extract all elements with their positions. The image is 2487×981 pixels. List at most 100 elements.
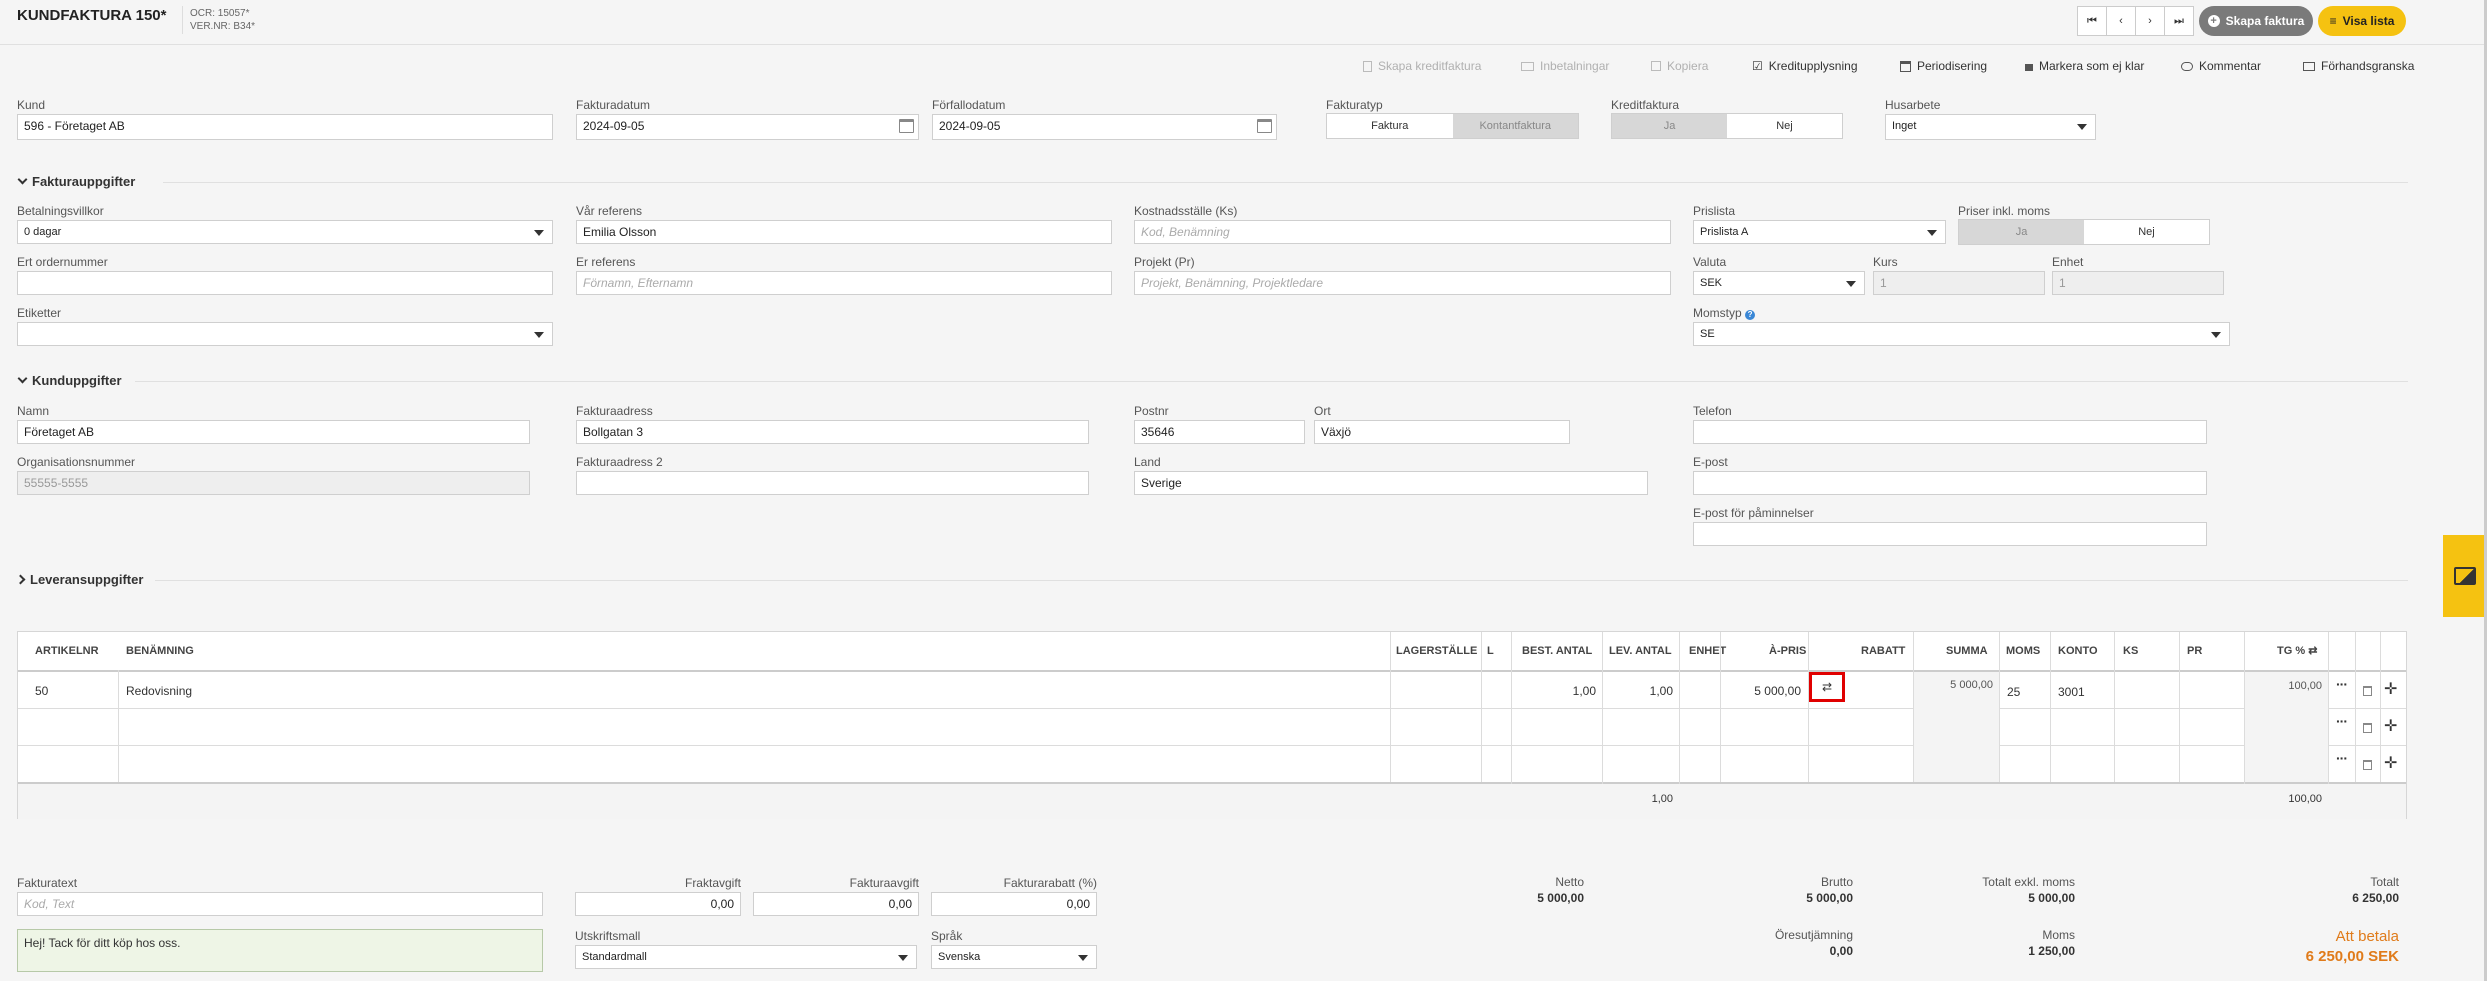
trash-icon[interactable] [2363, 760, 2372, 770]
postnr-input[interactable]: 35646 [1134, 420, 1305, 444]
row1-benamning[interactable]: Redovisning [126, 684, 192, 698]
move-icon[interactable]: ✛ [2384, 716, 2397, 736]
create-credit-invoice-button[interactable]: Skapa kreditfaktura [1363, 58, 1481, 74]
more-icon[interactable]: ··· [2336, 713, 2348, 729]
move-icon[interactable]: ✛ [2384, 679, 2397, 699]
fakturadatum-input[interactable]: 2024-09-05 [576, 114, 919, 140]
fakturaavgift-input[interactable]: 0,00 [753, 892, 919, 916]
last-page-button[interactable]: ⏭ [2164, 6, 2194, 36]
ort-input[interactable]: Växjö [1314, 420, 1570, 444]
more-icon[interactable]: ··· [2336, 750, 2348, 766]
fakturatext-note[interactable]: Hej! Tack för ditt köp hos oss. [17, 929, 543, 972]
fakturarabatt-input[interactable]: 0,00 [931, 892, 1097, 916]
fakturatyp-faktura[interactable]: Faktura [1327, 114, 1453, 138]
move-icon[interactable]: ✛ [2384, 753, 2397, 773]
image-side-tab[interactable] [2443, 535, 2487, 617]
trash-icon[interactable] [2363, 686, 2372, 696]
fakturaadress2-input[interactable] [576, 471, 1089, 495]
calendar-icon[interactable] [899, 119, 914, 133]
trash-icon[interactable] [2363, 723, 2372, 733]
projekt-input[interactable]: Projekt, Benämning, Projektledare [1134, 271, 1671, 295]
priser-inkl-nej[interactable]: Nej [2084, 220, 2209, 244]
fraktavgift-input[interactable]: 0,00 [575, 892, 741, 916]
create-invoice-button[interactable]: + Skapa faktura [2199, 6, 2313, 36]
kreditfaktura-ja[interactable]: Ja [1612, 114, 1727, 138]
epost-label: E-post [1693, 455, 1728, 469]
namn-input[interactable]: Företaget AB [17, 420, 530, 444]
refresh-icon: ⇄ [1821, 680, 1833, 694]
row1-lev-antal[interactable]: 1,00 [1603, 684, 1673, 698]
kreditfaktura-toggle[interactable]: Ja Nej [1611, 113, 1843, 139]
payments-button[interactable]: Inbetalningar [1521, 58, 1609, 74]
priser-inkl-ja[interactable]: Ja [1959, 220, 2084, 244]
fakturatyp-toggle[interactable]: Faktura Kontantfaktura [1326, 113, 1579, 139]
epost-input[interactable] [1693, 471, 2207, 495]
ert-ordernummer-input[interactable] [17, 271, 553, 295]
prev-page-button[interactable]: ‹ [2106, 6, 2136, 36]
kund-label: Kund [17, 98, 46, 112]
more-icon[interactable]: ··· [2336, 676, 2348, 692]
priser-inkl-toggle[interactable]: Ja Nej [1958, 219, 2210, 245]
fakturauppgifter-header[interactable]: Fakturauppgifter [17, 174, 135, 189]
valuta-label: Valuta [1693, 255, 1727, 269]
totalt-exkl-value: 5 000,00 [2028, 891, 2075, 905]
comment-button[interactable]: Kommentar [2181, 58, 2261, 74]
er-referens-input[interactable]: Förnamn, Efternamn [576, 271, 1112, 295]
table-header-row [18, 632, 2406, 670]
fakturaadress-input[interactable]: Bollgatan 3 [576, 420, 1089, 444]
org-input[interactable]: 55555-5555 [17, 471, 530, 495]
husarbete-select[interactable]: Inget [1885, 114, 2096, 140]
calendar-icon[interactable] [1257, 119, 1272, 133]
refresh-icon[interactable]: ⇄ [2308, 645, 2317, 657]
kreditfaktura-nej[interactable]: Nej [1727, 114, 1842, 138]
kunduppgifter-header[interactable]: Kunduppgifter [17, 373, 122, 388]
preview-button[interactable]: Förhandsgranska [2303, 58, 2414, 74]
table-footer-bg [18, 784, 2406, 819]
table-row[interactable] [18, 672, 2406, 708]
next-page-button[interactable]: › [2135, 6, 2165, 36]
utskriftsmall-select[interactable]: Standardmall [575, 945, 917, 969]
first-page-button[interactable]: ⏮ [2077, 6, 2107, 36]
row1-konto[interactable]: 3001 [2058, 685, 2085, 699]
land-input[interactable]: Sverige [1134, 471, 1648, 495]
money-icon [1521, 61, 1534, 71]
var-referens-input[interactable]: Emilia Olsson [576, 220, 1112, 244]
etiketter-label: Etiketter [17, 306, 62, 320]
postnr-label: Postnr [1134, 404, 1169, 418]
leveransuppgifter-header[interactable]: Leveransuppgifter [15, 572, 143, 587]
row1-artikelnr[interactable]: 50 [35, 684, 48, 698]
momstyp-select[interactable]: SE [1693, 322, 2230, 346]
col-lagerstalle: LAGERSTÄLLE [1396, 645, 1478, 657]
kurs-input[interactable]: 1 [1873, 271, 2045, 295]
kostnadsstalle-input[interactable]: Kod, Benämning [1134, 220, 1671, 244]
ort-label: Ort [1314, 404, 1331, 418]
forfallodatum-input[interactable]: 2024-09-05 [932, 114, 1277, 140]
kund-input[interactable]: 596 - Företaget AB [17, 114, 553, 140]
row1-a-pris[interactable]: 5 000,00 [1721, 684, 1801, 698]
help-icon[interactable]: ? [1745, 310, 1756, 320]
fakturadatum-value: 2024-09-05 [583, 119, 645, 133]
mark-unready-button[interactable]: Markera som ej klar [2025, 58, 2144, 74]
section-divider [135, 381, 2408, 382]
payments-label: Inbetalningar [1540, 59, 1610, 73]
fakturatext-input[interactable]: Kod, Text [17, 892, 543, 916]
enhet-input[interactable]: 1 [2052, 271, 2224, 295]
row1-moms[interactable]: 25 [2007, 685, 2020, 699]
prislista-select[interactable]: Prislista A [1693, 220, 1946, 244]
forfallodatum-label: Förfallodatum [932, 98, 1006, 112]
telefon-input[interactable] [1693, 420, 2207, 444]
price-refresh-button[interactable]: ⇄ [1809, 672, 1845, 702]
valuta-select[interactable]: SEK [1693, 271, 1865, 295]
plus-icon: + [2207, 15, 2220, 27]
row1-best-antal[interactable]: 1,00 [1512, 684, 1596, 698]
fakturatyp-kontantfaktura[interactable]: Kontantfaktura [1452, 114, 1578, 138]
show-list-button[interactable]: ≡ Visa lista [2318, 6, 2406, 36]
epost-paminnelser-input[interactable] [1693, 522, 2207, 546]
credit-info-button[interactable]: ☑ Kreditupplysning [1752, 58, 1858, 74]
etiketter-select[interactable] [17, 322, 553, 346]
sprak-select[interactable]: Svenska [931, 945, 1097, 969]
accrual-button[interactable]: Periodisering [1900, 58, 1987, 74]
fakturatyp-label: Fakturatyp [1326, 98, 1383, 112]
copy-button[interactable]: Kopiera [1651, 58, 1708, 74]
betalningsvillkor-select[interactable]: 0 dagar [17, 220, 553, 244]
